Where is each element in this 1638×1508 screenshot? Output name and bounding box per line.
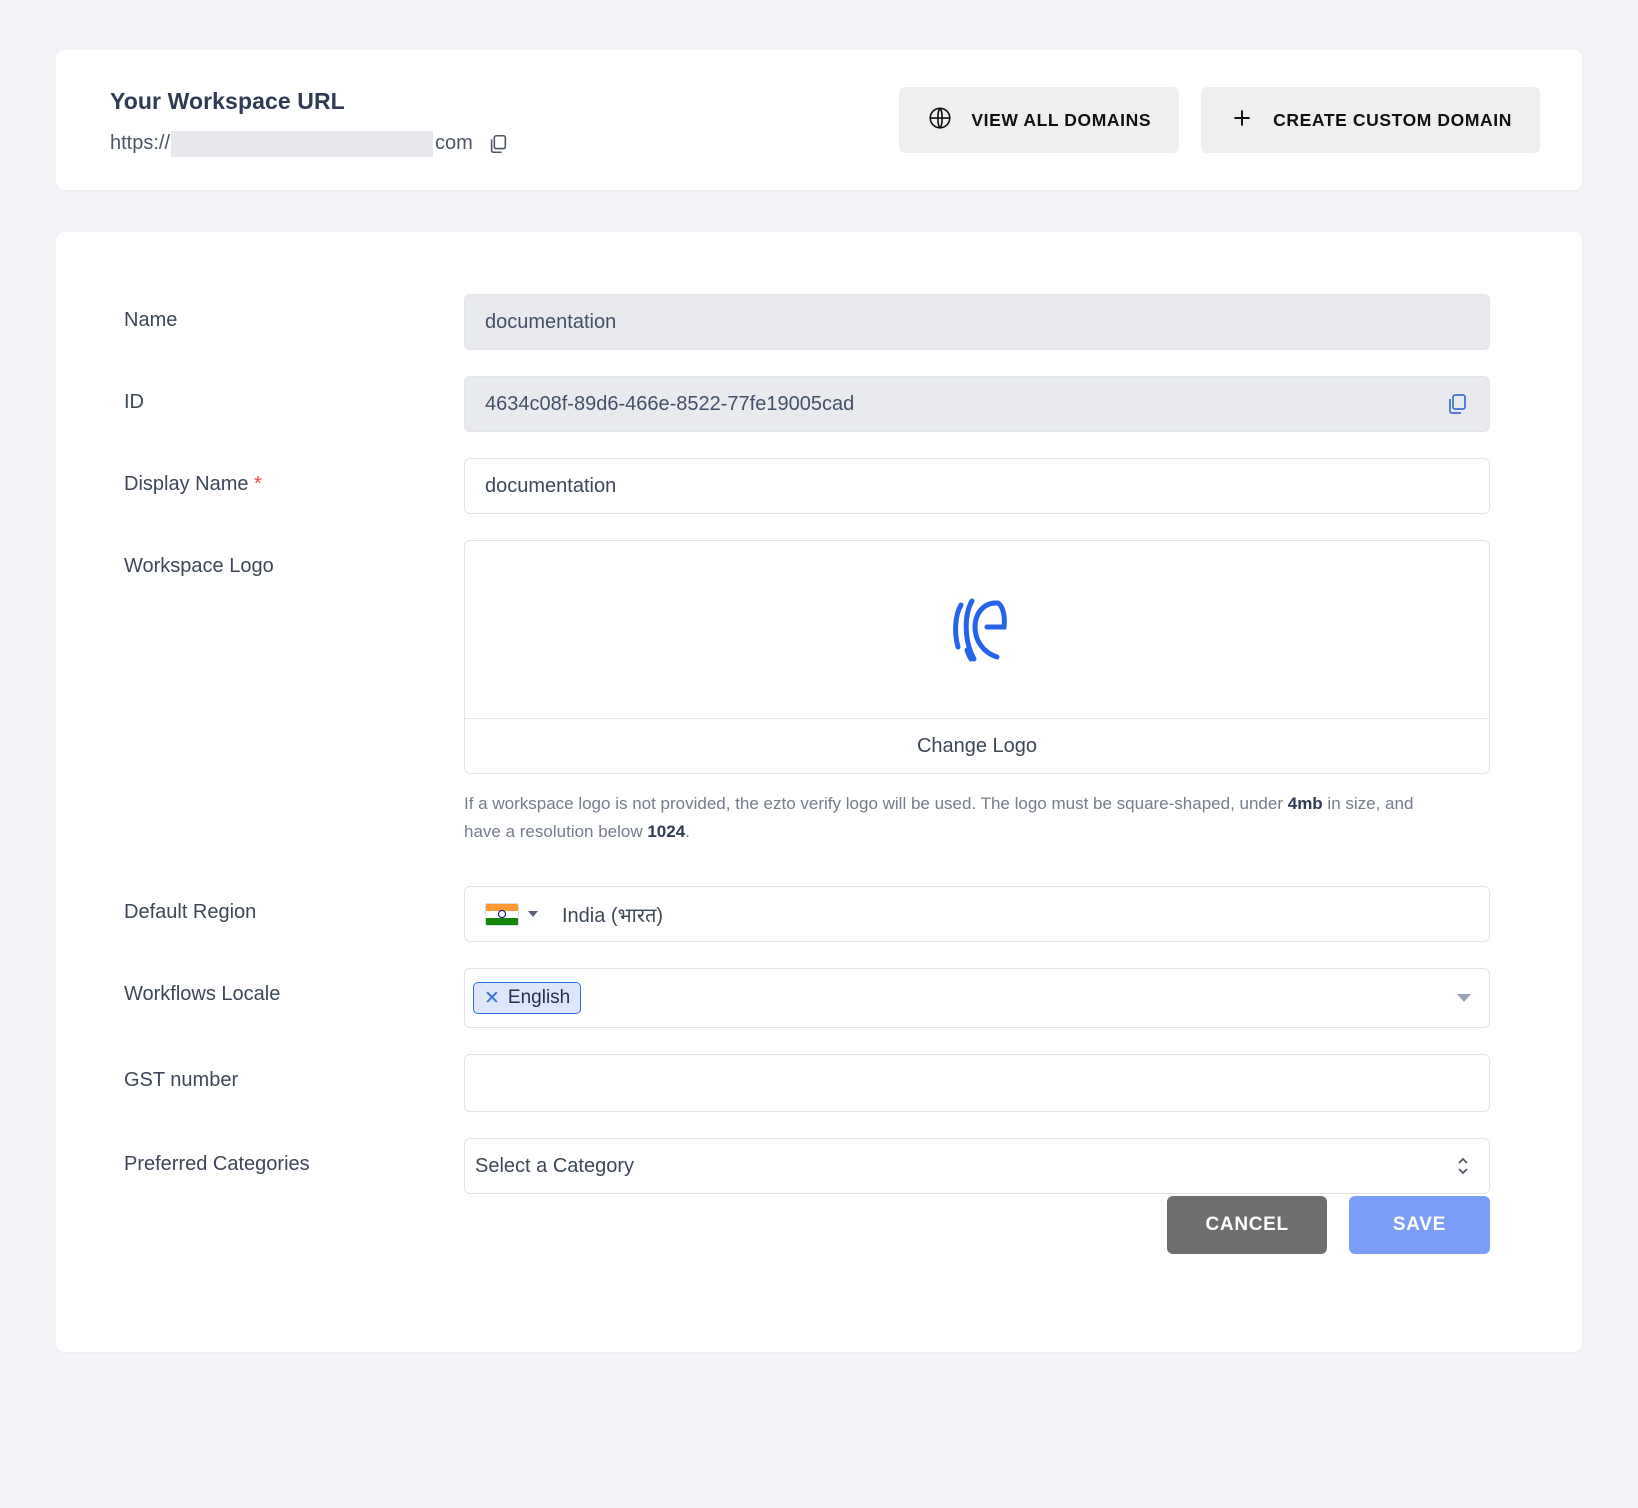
view-all-domains-button[interactable]: VIEW ALL DOMAINS	[899, 87, 1180, 153]
id-value: 4634c08f-89d6-466e-8522-77fe19005cad	[485, 392, 855, 415]
field-row-gst-number: GST number	[124, 1054, 1490, 1113]
field-row-default-region: Default Region India (भारत)	[124, 886, 1490, 943]
logo-help-text: If a workspace logo is not provided, the…	[464, 790, 1449, 846]
field-row-display-name: Display Name * documentation	[124, 458, 1490, 514]
workspace-url-info: Your Workspace URL https:// com	[110, 84, 509, 157]
logo-help-part1: If a workspace logo is not provided, the…	[464, 794, 1288, 813]
globe-icon	[927, 105, 953, 136]
url-suffix: com	[435, 132, 473, 154]
page-title: Your Workspace URL	[110, 87, 345, 114]
logo-preview	[465, 541, 1489, 719]
create-custom-domain-label: CREATE CUSTOM DOMAIN	[1273, 109, 1512, 130]
logo-help-part3: .	[685, 822, 690, 842]
name-label: Name	[124, 309, 178, 331]
copy-url-icon[interactable]	[487, 133, 509, 155]
remove-locale-icon[interactable]: ✕	[484, 989, 500, 1008]
form-actions: CANCEL SAVE	[1167, 1196, 1490, 1254]
save-button[interactable]: SAVE	[1348, 1196, 1490, 1254]
preferred-categories-value: Select a Category	[475, 1154, 634, 1177]
updown-arrows-icon	[1455, 1155, 1471, 1177]
logo-help-bold2: 1024	[647, 822, 686, 842]
id-input: 4634c08f-89d6-466e-8522-77fe19005cad	[464, 376, 1490, 432]
default-region-label: Default Region	[124, 901, 257, 924]
settings-page: Your Workspace URL https:// com VIEW ALL …	[0, 50, 1638, 1508]
workspace-logo-label: Workspace Logo	[124, 555, 274, 577]
field-row-workflows-locale: Workflows Locale ✕ English	[124, 968, 1490, 1029]
view-all-domains-label: VIEW ALL DOMAINS	[971, 109, 1152, 130]
logo-help-bold1: 4mb	[1287, 794, 1323, 813]
chevron-down-icon[interactable]	[1457, 994, 1471, 1003]
field-row-name: Name documentation	[124, 294, 1490, 350]
display-name-input[interactable]: documentation	[464, 458, 1490, 514]
url-redacted-block	[171, 130, 434, 157]
locale-chip-label: English	[507, 987, 571, 1009]
required-marker: *	[254, 473, 262, 495]
india-flag-icon	[485, 902, 519, 926]
create-custom-domain-button[interactable]: CREATE CUSTOM DOMAIN	[1201, 87, 1540, 153]
chevron-down-icon	[528, 911, 538, 918]
default-region-value: India (भारत)	[562, 904, 664, 927]
cancel-button[interactable]: CANCEL	[1167, 1196, 1327, 1254]
default-region-select[interactable]: India (भारत)	[464, 886, 1490, 943]
workspace-settings-form: Name documentation ID 4634c08f-89d6-466e…	[56, 232, 1582, 1352]
copy-id-icon[interactable]	[1445, 392, 1469, 416]
field-row-id: ID 4634c08f-89d6-466e-8522-77fe19005cad	[124, 376, 1490, 432]
logo-box: Change Logo	[464, 540, 1490, 774]
field-row-preferred-categories: Preferred Categories Select a Category	[124, 1138, 1490, 1195]
display-name-label: Display Name *	[124, 458, 464, 497]
change-logo-button[interactable]: Change Logo	[465, 719, 1489, 773]
workspace-url-card: Your Workspace URL https:// com VIEW ALL …	[56, 50, 1582, 190]
domain-actions: VIEW ALL DOMAINS CREATE CUSTOM DOMAIN	[899, 87, 1542, 153]
id-label: ID	[124, 391, 144, 413]
gst-number-label: GST number	[124, 1069, 239, 1092]
gst-number-input[interactable]	[464, 1054, 1490, 1113]
url-prefix: https://	[110, 132, 171, 154]
preferred-categories-label: Preferred Categories	[124, 1153, 310, 1176]
workspace-url-value: https:// com	[110, 130, 509, 157]
ezto-verify-logo-icon	[941, 589, 1013, 670]
display-name-label-text: Display Name	[124, 473, 249, 495]
plus-icon	[1229, 105, 1255, 136]
field-row-workspace-logo: Workspace Logo Change Logo If a workspac…	[124, 540, 1490, 846]
preferred-categories-select[interactable]: Select a Category	[464, 1138, 1490, 1195]
workflows-locale-multiselect[interactable]: ✕ English	[464, 968, 1490, 1029]
name-input: documentation	[464, 294, 1490, 350]
workflows-locale-label: Workflows Locale	[124, 983, 281, 1006]
locale-chip-english[interactable]: ✕ English	[473, 982, 582, 1015]
